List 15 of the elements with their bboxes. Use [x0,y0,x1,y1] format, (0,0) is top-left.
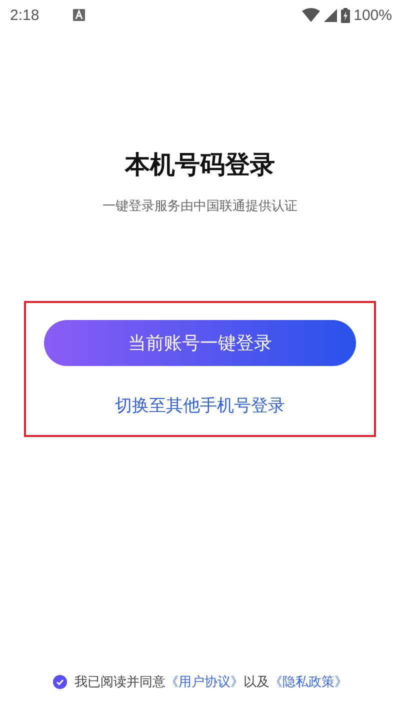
notification-icon [73,9,86,21]
wifi-icon [302,8,320,22]
agreement-link[interactable]: 《隐私政策》 [270,675,348,690]
battery-icon [340,8,350,22]
battery-percentage: 100% [354,6,392,24]
page-title: 本机号码登录 [125,149,275,181]
checkbox[interactable] [52,675,66,689]
agreement-text: 我已阅读并同意 [74,675,166,690]
switch-number-link[interactable]: 切换至其他手机号登录 [115,394,285,417]
status-time: 2:18 [10,6,40,24]
page-subtitle: 一键登录服务由中国联通提供认证 [102,198,298,215]
agreement-link[interactable]: 《用户协议》 [166,675,244,690]
one-click-login-button[interactable]: 当前账号一键登录 [44,320,356,366]
agreement-text: 以及 [244,675,270,690]
signal-icon [324,8,337,22]
